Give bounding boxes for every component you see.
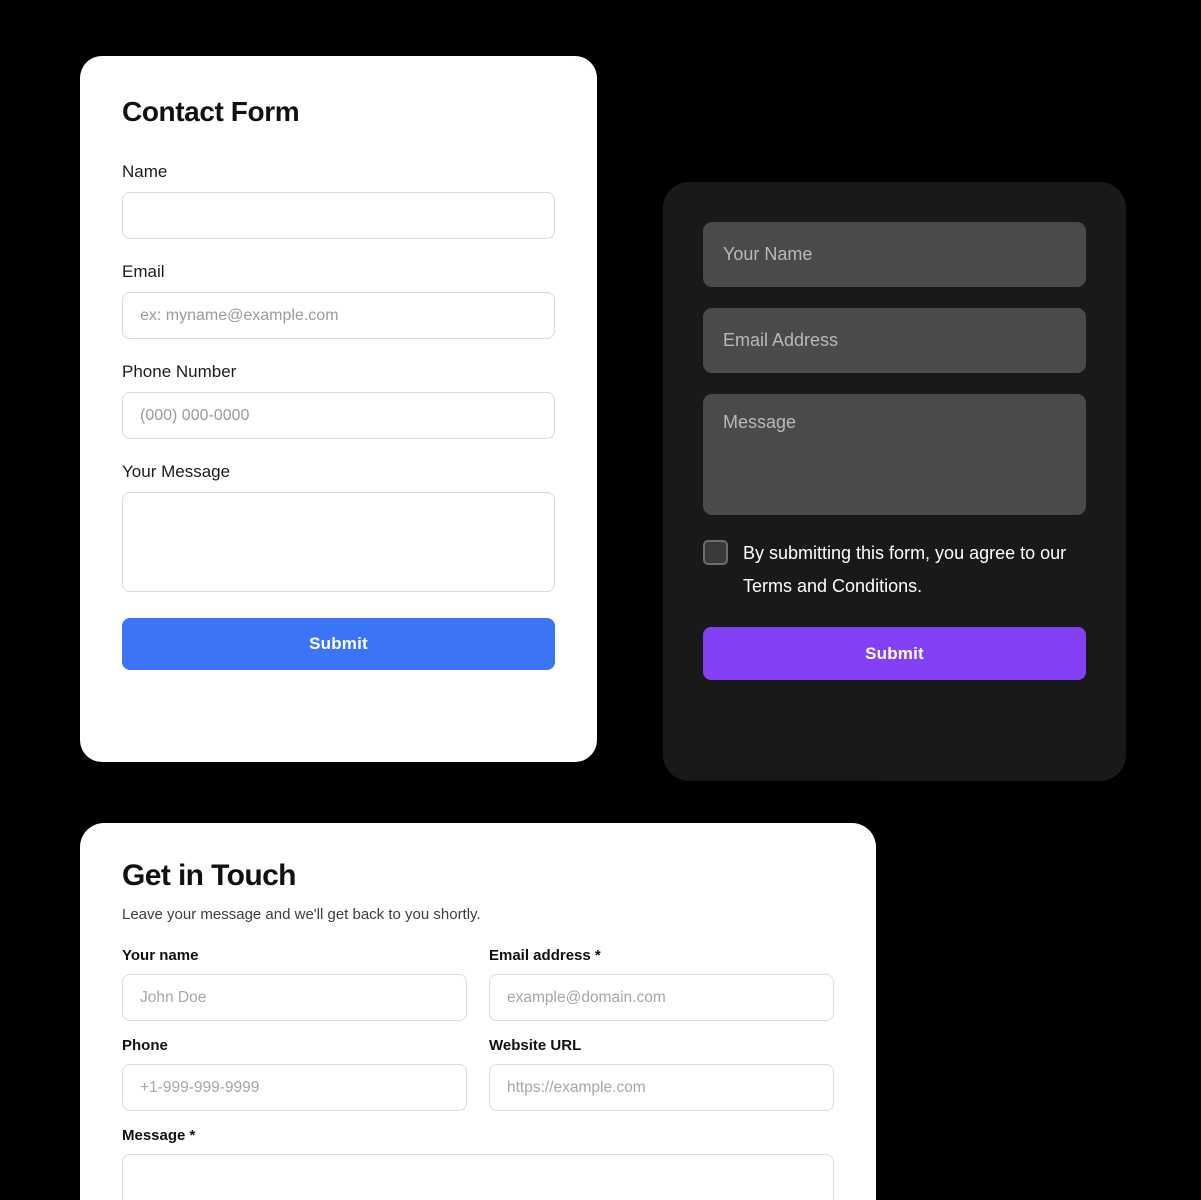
phone-number-label: Phone Number	[122, 362, 237, 381]
website-url-field: Website URL https://example.com	[489, 1037, 834, 1111]
message-label: Message *	[122, 1127, 196, 1144]
phone-field: Phone +1-999-999-9999	[122, 1037, 467, 1111]
submit-button[interactable]: Submit	[122, 618, 555, 670]
message-textarea[interactable]: Message	[703, 394, 1086, 515]
your-name-label: Your name	[122, 947, 199, 964]
contact-form-card: Contact Form Name Email ex: myname@examp…	[80, 56, 597, 762]
website-url-input[interactable]: https://example.com	[489, 1064, 834, 1111]
your-name-field: Your name John Doe	[122, 947, 467, 1021]
website-url-label: Website URL	[489, 1037, 582, 1054]
phone-input[interactable]: +1-999-999-9999	[122, 1064, 467, 1111]
page-root: Contact Form Name Email ex: myname@examp…	[0, 0, 1201, 1200]
email-label: Email	[122, 262, 165, 281]
email-address-label: Email address *	[489, 947, 601, 964]
contact-form-title: Contact Form	[122, 96, 300, 127]
get-in-touch-title: Get in Touch	[122, 859, 297, 892]
get-in-touch-card: Get in Touch Leave your message and we'l…	[80, 823, 876, 1200]
dark-submit-button[interactable]: Submit	[703, 627, 1086, 680]
name-label: Name	[122, 162, 168, 181]
email-address-input[interactable]: example@domain.com	[489, 974, 834, 1021]
your-name-input[interactable]: Your Name	[703, 222, 1086, 287]
email-address-field: Email address * example@domain.com	[489, 947, 834, 1021]
email-input[interactable]: ex: myname@example.com	[122, 292, 555, 339]
phone-number-input[interactable]: (000) 000-0000	[122, 392, 555, 439]
get-in-touch-subtitle: Leave your message and we'll get back to…	[122, 906, 481, 923]
name-input[interactable]	[122, 192, 555, 239]
message-field: Message *	[122, 1127, 834, 1200]
your-message-label: Your Message	[122, 462, 231, 481]
dark-contact-form-card: Your Name Email Address Message By submi…	[663, 182, 1126, 781]
email-address-input[interactable]: Email Address	[703, 308, 1086, 373]
phone-label: Phone	[122, 1037, 168, 1054]
get-in-touch-field-grid: Your name John Doe Email address * examp…	[122, 947, 834, 1200]
terms-consent-label: By submitting this form, you agree to ou…	[743, 543, 1067, 596]
terms-consent-row: By submitting this form, you agree to ou…	[703, 537, 1086, 603]
your-message-textarea[interactable]	[122, 492, 555, 592]
message-textarea[interactable]	[122, 1154, 834, 1200]
terms-checkbox[interactable]	[703, 540, 728, 565]
your-name-input[interactable]: John Doe	[122, 974, 467, 1021]
